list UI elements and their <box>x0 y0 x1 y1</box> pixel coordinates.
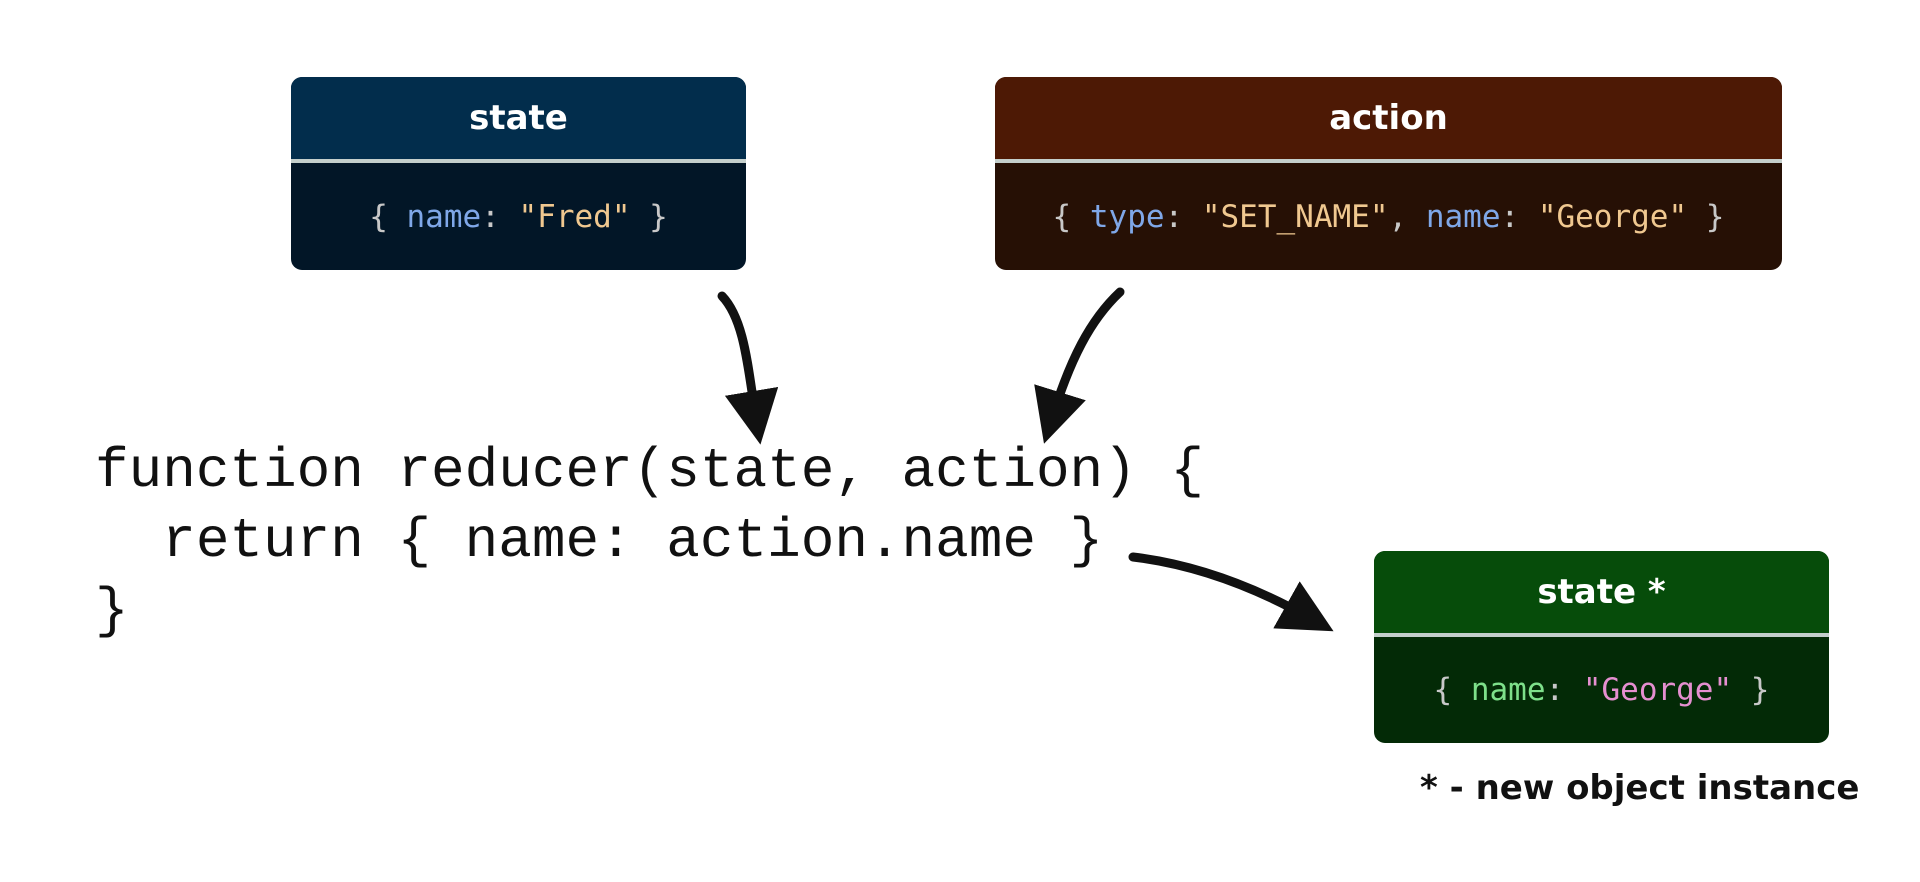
arrow-state-to-reducer <box>717 291 779 445</box>
arrow-action-to-reducer <box>1034 287 1125 444</box>
arrows <box>717 287 1334 632</box>
arrow-reducer-to-new-state <box>1128 552 1334 632</box>
